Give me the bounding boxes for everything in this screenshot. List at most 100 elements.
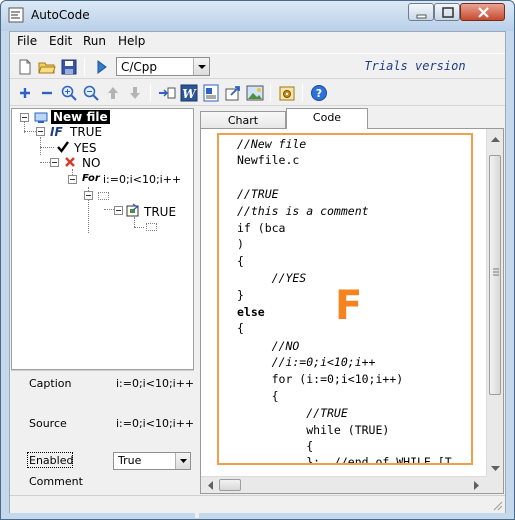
- tree-collapse-button[interactable]: [114, 206, 123, 215]
- menu-edit[interactable]: Edit: [46, 34, 75, 48]
- scroll-right-icon[interactable]: [471, 479, 483, 492]
- maximize-icon: [442, 7, 454, 18]
- title-bar[interactable]: AutoCode: [1, 1, 514, 31]
- trials-version-label: Trials version: [364, 59, 466, 73]
- cross-icon: [65, 157, 75, 167]
- vertical-scroll-thumb[interactable]: [489, 155, 501, 395]
- tree-collapse-button[interactable]: [20, 113, 29, 122]
- if-keyword: IF: [50, 125, 63, 139]
- code-line: //this is a comment: [237, 204, 369, 218]
- open-folder-icon[interactable]: [38, 58, 56, 76]
- toolbar-separator: [84, 58, 85, 76]
- tree-yes-label[interactable]: YES: [74, 141, 97, 155]
- tree-for-label[interactable]: i:=0;i<10;i++: [103, 173, 181, 186]
- insert-icon[interactable]: [158, 84, 176, 102]
- tree-if-label[interactable]: TRUE: [70, 125, 102, 139]
- scroll-left-icon[interactable]: [204, 479, 216, 492]
- enabled-dropdown-button[interactable]: [175, 453, 190, 469]
- zoom-in-icon[interactable]: [60, 84, 78, 102]
- remove-icon[interactable]: [38, 84, 56, 102]
- code-line: else: [237, 305, 265, 319]
- zoom-out-icon[interactable]: [82, 84, 100, 102]
- tree-collapse-button[interactable]: [84, 191, 93, 200]
- caption-value[interactable]: i:=0;i<10;i++: [116, 377, 194, 390]
- close-button[interactable]: [460, 3, 505, 21]
- chevron-down-icon: [180, 459, 187, 463]
- comment-label: Comment: [29, 475, 83, 488]
- tree-connector: [134, 217, 135, 227]
- toolbar-separator: [270, 84, 271, 102]
- code-line: ): [237, 237, 244, 251]
- tab-chart[interactable]: Chart: [200, 111, 286, 129]
- app-window: AutoCode File Edit Run Help C/Cpp Trials…: [0, 0, 515, 520]
- computer-icon: [34, 112, 48, 123]
- menu-file[interactable]: File: [14, 34, 40, 48]
- move-down-icon[interactable]: [126, 84, 144, 102]
- empty-block-placeholder[interactable]: [146, 223, 157, 231]
- new-file-icon[interactable]: [16, 58, 34, 76]
- minimize-icon: [416, 14, 427, 19]
- code-line: if (bca: [237, 221, 286, 235]
- run-icon[interactable]: [92, 58, 110, 76]
- tree-collapse-button[interactable]: [36, 127, 45, 136]
- code-line: //TRUE: [237, 406, 348, 420]
- tree-connector: [134, 227, 144, 228]
- code-line: for (i:=0;i<10;i++): [237, 372, 404, 386]
- vertical-scrollbar[interactable]: [486, 129, 503, 477]
- scroll-down-icon[interactable]: [487, 463, 504, 475]
- view-tabs: Chart Code: [200, 108, 505, 129]
- for-keyword: For: [82, 173, 100, 184]
- word-export-icon[interactable]: W: [180, 84, 198, 102]
- tree-collapse-button[interactable]: [68, 175, 77, 184]
- tree-connector: [40, 137, 41, 155]
- maximize-button[interactable]: [434, 3, 460, 21]
- tree-root-label[interactable]: New file: [51, 110, 110, 124]
- code-line: {: [237, 321, 244, 335]
- scroll-up-icon[interactable]: [487, 133, 504, 145]
- image-icon[interactable]: [246, 84, 264, 102]
- document-icon[interactable]: [202, 84, 220, 102]
- menu-run[interactable]: Run: [80, 34, 109, 48]
- add-icon[interactable]: [16, 84, 34, 102]
- language-dropdown-button[interactable]: [193, 58, 209, 75]
- enabled-label: Enabled: [29, 454, 74, 467]
- pane-splitter[interactable]: [195, 108, 199, 518]
- client-area: File Edit Run Help C/Cpp Trials version: [9, 31, 506, 518]
- language-select[interactable]: C/Cpp: [116, 57, 210, 76]
- menu-bar: File Edit Run Help: [10, 32, 505, 52]
- tree-collapse-button[interactable]: [50, 158, 59, 167]
- export-icon[interactable]: [224, 84, 242, 102]
- grip-icon: [493, 268, 499, 276]
- menu-help[interactable]: Help: [115, 34, 148, 48]
- code-line: {: [237, 389, 279, 403]
- empty-block-placeholder[interactable]: [98, 192, 109, 200]
- horizontal-scrollbar[interactable]: [201, 476, 487, 493]
- flowchart-tree[interactable]: New file IF TRUE YES NO For i:=0;i<10;i+…: [11, 108, 194, 370]
- horizontal-scroll-thumb[interactable]: [219, 479, 241, 491]
- minimize-button[interactable]: [408, 3, 434, 21]
- toolbar-separator: [302, 84, 303, 102]
- save-icon[interactable]: [60, 58, 78, 76]
- enabled-value: True: [118, 454, 142, 467]
- code-line: }: [237, 288, 244, 302]
- svg-text:?: ?: [316, 87, 322, 100]
- tree-no-label[interactable]: NO: [82, 156, 100, 170]
- toolbar-separator: [150, 84, 151, 102]
- settings-icon[interactable]: [278, 84, 296, 102]
- tab-code[interactable]: Code: [286, 108, 368, 129]
- while-loop-icon: [126, 203, 139, 217]
- resize-grip-icon[interactable]: [491, 499, 503, 511]
- move-up-icon[interactable]: [104, 84, 122, 102]
- code-line: //TRUE: [237, 187, 279, 201]
- language-value: C/Cpp: [121, 60, 158, 74]
- code-editor[interactable]: //New file Newfile.c //TRUE //this is a …: [217, 133, 473, 465]
- source-value[interactable]: i:=0;i<10;i++: [116, 417, 194, 430]
- code-line: //YES: [237, 271, 307, 285]
- caption-label: Caption: [29, 377, 72, 390]
- code-line: Newfile.c: [237, 153, 300, 167]
- edit-toolbar: W ?: [10, 80, 505, 106]
- tree-while-label[interactable]: TRUE: [144, 205, 176, 219]
- code-line: //i:=0;i<10;i++: [237, 355, 376, 369]
- enabled-select[interactable]: True: [113, 452, 191, 470]
- help-icon[interactable]: ?: [310, 84, 328, 102]
